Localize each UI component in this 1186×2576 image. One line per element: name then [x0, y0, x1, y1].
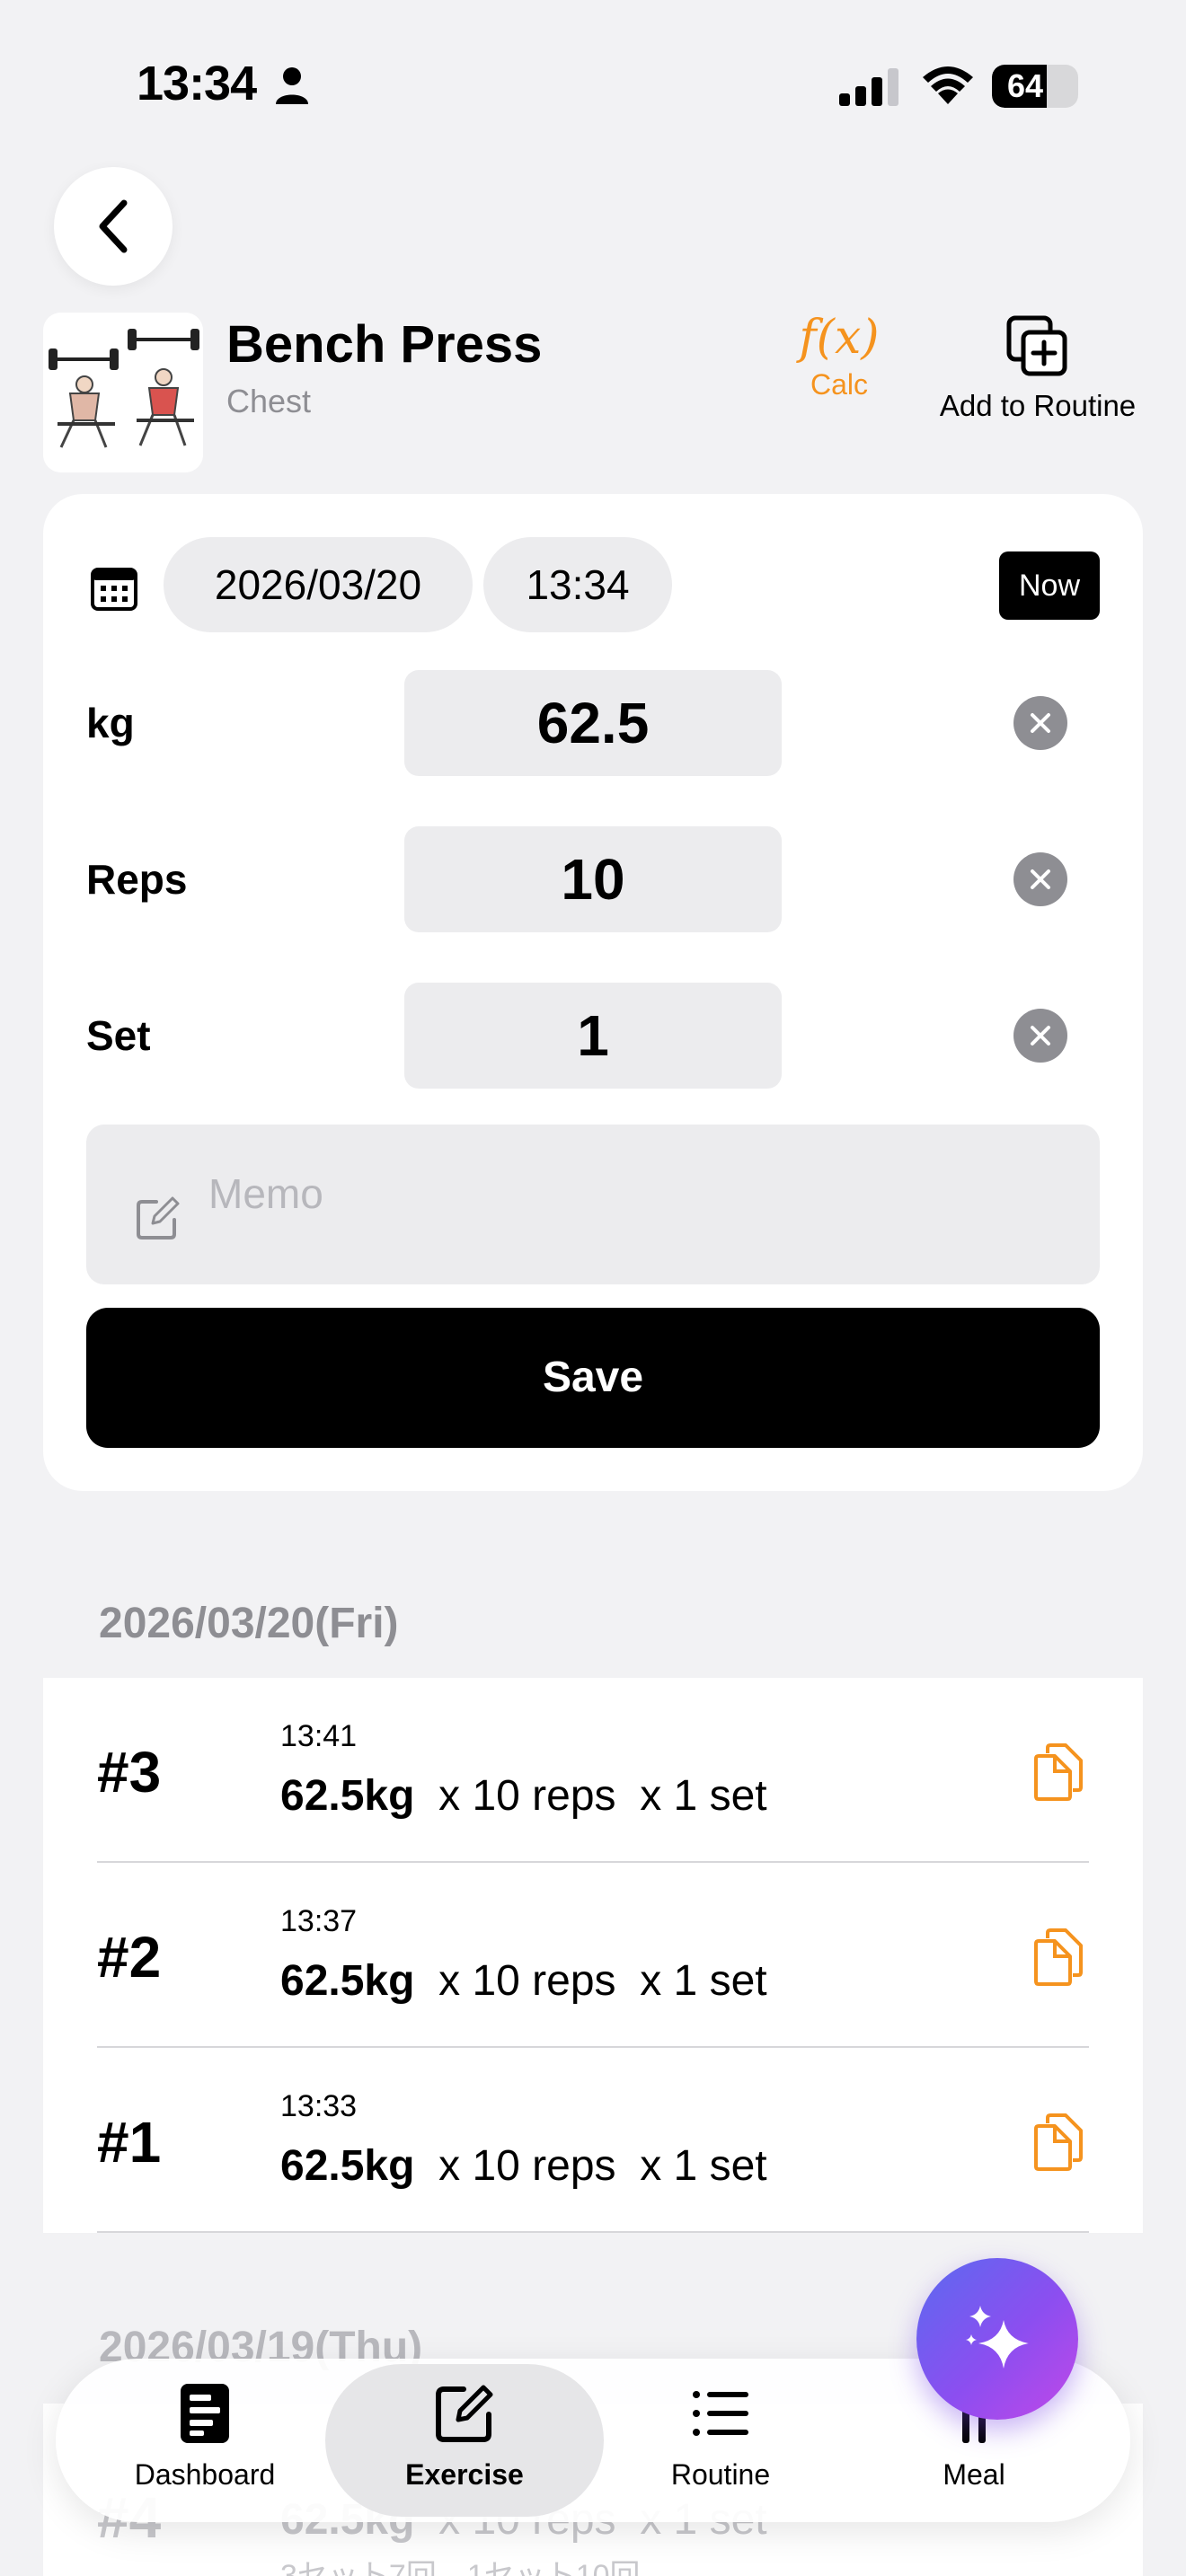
weight-label: kg [86, 700, 135, 746]
list-icon [693, 2391, 748, 2436]
entry-detail: 62.5kg x 10 reps x 1 set [280, 1956, 767, 2006]
reps-input[interactable]: 10 [404, 826, 782, 932]
tab-routine[interactable]: Routine [620, 2359, 821, 2522]
close-icon [1031, 713, 1050, 733]
calendar-icon [91, 568, 137, 611]
clear-weight-button[interactable] [1013, 696, 1067, 750]
tab-label: Routine [670, 2458, 771, 2491]
weight-input[interactable]: 62.5 [404, 670, 782, 776]
entry-reps: x 10 reps [438, 1957, 616, 2005]
entry-weight: 62.5kg [280, 1957, 415, 2005]
calc-label: Calc [810, 368, 868, 401]
dashboard-icon [181, 2384, 229, 2443]
entry-detail: 62.5kg x 10 reps x 1 set [280, 2141, 767, 2191]
entry-time: 13:37 [280, 1904, 358, 1938]
entry-weight: 62.5kg [280, 2142, 415, 2190]
entry-reps: x 10 reps [438, 1772, 616, 1820]
edit-icon [137, 1196, 180, 1239]
add-to-routine-label: Add to Routine [939, 389, 1137, 422]
entry-sets: x 1 set [640, 2142, 767, 2190]
copy-icon[interactable] [1031, 1742, 1085, 1802]
tab-dashboard[interactable]: Dashboard [104, 2359, 305, 2522]
entry-number: #1 [97, 2110, 162, 2175]
entry-time: 13:33 [280, 2089, 358, 2123]
add-copy-icon [1006, 315, 1067, 376]
entry-detail: 62.5kg x 10 reps x 1 set [280, 1771, 767, 1821]
function-icon: f(x) [799, 311, 880, 365]
history-date-header: 2026/03/20(Fri) [99, 1600, 399, 1647]
tab-label: Dashboard [134, 2458, 276, 2491]
chevron-left-icon [99, 199, 128, 253]
now-button[interactable]: Now [999, 551, 1100, 620]
tab-exercise[interactable]: Exercise [365, 2359, 564, 2522]
copy-icon[interactable] [1031, 2113, 1085, 2172]
exercise-thumbnail [43, 313, 203, 472]
entry-memo: 3セット7回、1セット10回 [280, 2559, 641, 2576]
set-label: Set [86, 1012, 151, 1059]
reps-label: Reps [86, 856, 188, 903]
status-time: 13:34 [137, 57, 257, 110]
exercise-title: Bench Press [226, 315, 543, 374]
clear-reps-button[interactable] [1013, 852, 1067, 906]
exercise-category: Chest [226, 383, 312, 419]
save-button[interactable]: Save [86, 1308, 1100, 1448]
set-input[interactable]: 1 [404, 983, 782, 1089]
entry-weight: 62.5kg [280, 1772, 415, 1820]
close-icon [1031, 1026, 1050, 1045]
calc-button[interactable]: f(x) Calc [789, 311, 890, 401]
signal-icon [839, 68, 898, 106]
bench-press-illustration-icon [43, 313, 203, 472]
tab-label: Meal [943, 2458, 1005, 2491]
entry-sets: x 1 set [640, 1957, 767, 2005]
entry-time: 13:41 [280, 1719, 358, 1753]
ai-assistant-button[interactable] [916, 2258, 1078, 2420]
add-to-routine-button[interactable]: Add to Routine [925, 314, 1150, 423]
battery-text: 64 [1006, 67, 1044, 104]
date-picker[interactable]: 2026/03/20 [164, 537, 473, 632]
memo-placeholder: Memo [208, 1170, 323, 1217]
person-icon [276, 67, 308, 104]
entry-reps: x 10 reps [438, 2142, 616, 2190]
clear-set-button[interactable] [1013, 1009, 1067, 1063]
edit-icon [436, 2385, 493, 2442]
wifi-icon [923, 66, 973, 104]
tab-label: Exercise [405, 2458, 524, 2491]
copy-icon[interactable] [1031, 1928, 1085, 1987]
row-divider [97, 1861, 1089, 1863]
battery-indicator: 64 [992, 65, 1078, 108]
close-icon [1031, 869, 1050, 889]
entry-number: #2 [97, 1925, 162, 1989]
entry-sets: x 1 set [640, 1772, 767, 1820]
row-divider [97, 2046, 1089, 2048]
row-divider [97, 2231, 1089, 2233]
entry-number: #3 [97, 1740, 162, 1804]
back-button[interactable] [54, 167, 173, 286]
time-picker[interactable]: 13:34 [483, 537, 672, 632]
sparkles-icon [966, 2306, 1029, 2369]
